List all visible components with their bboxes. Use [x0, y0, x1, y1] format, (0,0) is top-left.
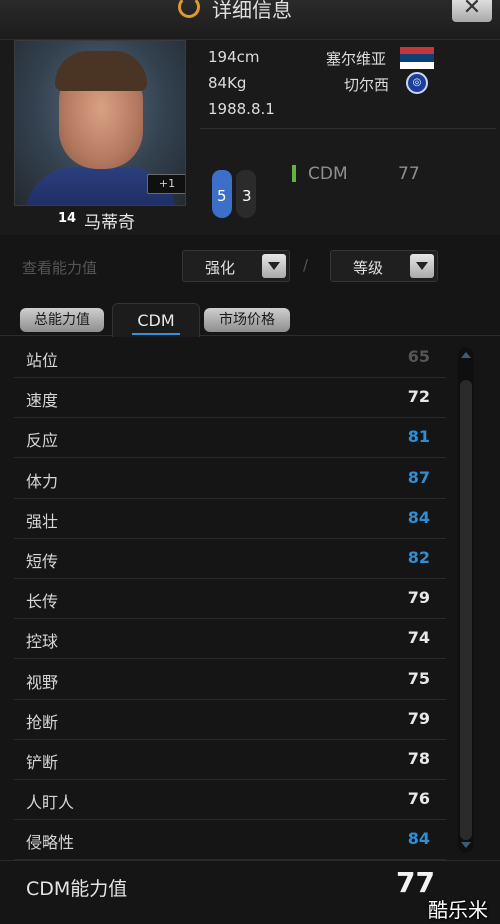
stat-value: 76 [407, 789, 430, 809]
stat-row: 人盯人 76 [14, 780, 446, 821]
stat-row: 站位 65 [14, 338, 446, 378]
stat-row: 抢断 79 [14, 700, 446, 740]
stat-value: 65 [407, 347, 430, 366]
stat-value: 79 [407, 588, 430, 608]
stat-row: 铲断 78 [14, 740, 446, 780]
stat-row: 控球 74 [14, 619, 446, 660]
stat-value: 87 [407, 467, 430, 487]
scrollbar-thumb[interactable] [460, 380, 472, 840]
enhance-dropdown-label: 强化 [204, 259, 235, 277]
tabs-divider [0, 335, 500, 336]
jersey-number: 14 [58, 211, 77, 226]
player-header: +1 14 马蒂奇 194cm 84Kg 1988.8.1 塞尔维亚 切尔西 ◎… [0, 40, 500, 235]
position-indicator [292, 165, 296, 182]
stat-row: 侵略性 84 [14, 820, 446, 861]
tab-market-price[interactable]: 市场价格 [204, 308, 290, 332]
stat-row: 速度 72 [14, 378, 446, 419]
stat-row: 体力 87 [14, 459, 446, 499]
player-name: 马蒂奇 [84, 213, 135, 233]
level-dropdown-label: 等级 [352, 259, 383, 277]
stat-label: 铲断 [26, 753, 59, 772]
level-dropdown[interactable]: 等级 [330, 250, 438, 282]
watermark: 酷乐米 [428, 898, 488, 922]
player-nationality: 塞尔维亚 [326, 50, 387, 68]
stat-label: 强壮 [26, 511, 59, 531]
chevron-down-icon[interactable] [410, 254, 434, 278]
summary-divider [0, 860, 500, 861]
speech-bubble-icon [178, 0, 200, 18]
player-club: 切尔西 [344, 76, 390, 94]
stat-value: 79 [407, 708, 430, 728]
close-button[interactable]: ✕ [452, 0, 492, 22]
filter-label: 查看能力值 [22, 259, 98, 277]
chevron-down-icon[interactable] [262, 254, 286, 278]
title-bar: 详细信息 ✕ [0, 0, 500, 40]
serbia-flag-icon [400, 47, 434, 69]
stat-value: 72 [407, 387, 430, 407]
left-foot-value: 5 [217, 187, 227, 205]
player-height: 194cm [208, 48, 260, 66]
stat-label: 反应 [26, 431, 59, 451]
stat-label: 站位 [26, 351, 59, 370]
player-hair [55, 51, 147, 91]
player-weight: 84Kg [208, 74, 247, 92]
tab-overall[interactable]: 总能力值 [20, 308, 104, 332]
stat-row: 短传 82 [14, 539, 446, 579]
position-rating: 77 [398, 164, 420, 184]
stat-label: 短传 [26, 552, 59, 571]
stat-label: 抢断 [26, 712, 59, 732]
active-tab-indicator [132, 333, 180, 335]
stat-label: 体力 [26, 471, 59, 491]
right-foot-value: 3 [242, 187, 252, 205]
summary-label: CDM能力值 [26, 878, 128, 900]
stat-value: 78 [407, 749, 430, 768]
filter-separator: / [303, 256, 309, 274]
stat-row: 强壮 84 [14, 499, 446, 539]
stat-label: 控球 [26, 632, 59, 652]
stat-label: 长传 [26, 592, 59, 612]
divider [200, 128, 496, 129]
player-birthdate: 1988.8.1 [208, 100, 275, 118]
stat-row: 视野 75 [14, 660, 446, 700]
stat-label: 速度 [26, 391, 59, 411]
scroll-down-icon[interactable] [461, 842, 471, 848]
tab-cdm[interactable]: CDM [112, 303, 200, 337]
enhance-dropdown[interactable]: 强化 [182, 250, 290, 282]
stat-value: 75 [407, 668, 430, 688]
stat-value: 81 [407, 427, 430, 447]
stat-row: 长传 79 [14, 579, 446, 620]
stat-value: 84 [407, 829, 430, 849]
position-label: CDM [308, 164, 348, 184]
stat-row: 反应 81 [14, 418, 446, 459]
scroll-up-icon[interactable] [461, 352, 471, 358]
stat-value: 82 [407, 548, 430, 567]
stat-value: 84 [407, 507, 430, 527]
stat-value: 74 [407, 628, 430, 648]
player-photo: +1 [14, 40, 186, 206]
stat-label: 侵略性 [26, 833, 75, 853]
plus-badge[interactable]: +1 [147, 174, 185, 194]
chelsea-badge-icon: ◎ [406, 72, 428, 94]
stat-label: 人盯人 [26, 793, 75, 813]
window-title: 详细信息 [212, 0, 292, 22]
stat-label: 视野 [26, 672, 59, 692]
